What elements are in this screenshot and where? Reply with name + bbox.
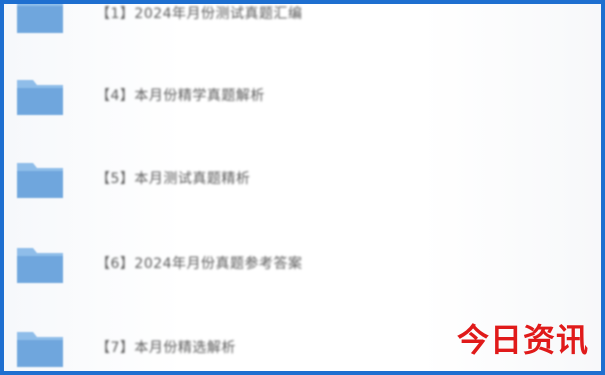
folder-name: 【5】本月测试真题精析	[96, 171, 251, 187]
folder-name: 【4】本月份精学真题解析	[96, 88, 265, 104]
folder-row[interactable]: 【4】本月份精学真题解析	[8, 72, 428, 132]
folder-icon	[14, 324, 66, 370]
folder-icon	[14, 4, 66, 36]
folder-name: 【6】2024年月份真题参考答案	[96, 256, 303, 272]
file-list-window: 【1】2024年月份测试真题汇编 【4】本月份精学真题解析 【5】本月测试真题精…	[0, 0, 605, 375]
folder-row[interactable]: 【1】2024年月份测试真题汇编	[8, 4, 428, 50]
folder-icon	[14, 72, 66, 118]
folder-name: 【7】本月份精选解析	[96, 340, 236, 356]
folder-icon	[14, 155, 66, 201]
folder-name: 【1】2024年月份测试真题汇编	[96, 6, 303, 22]
folder-row[interactable]: 【7】本月份精选解析	[8, 324, 428, 371]
folder-row[interactable]: 【5】本月测试真题精析	[8, 155, 428, 215]
folder-row[interactable]: 【6】2024年月份真题参考答案	[8, 240, 428, 300]
folder-icon	[14, 240, 66, 286]
watermark-text: 今日资讯	[456, 321, 589, 359]
